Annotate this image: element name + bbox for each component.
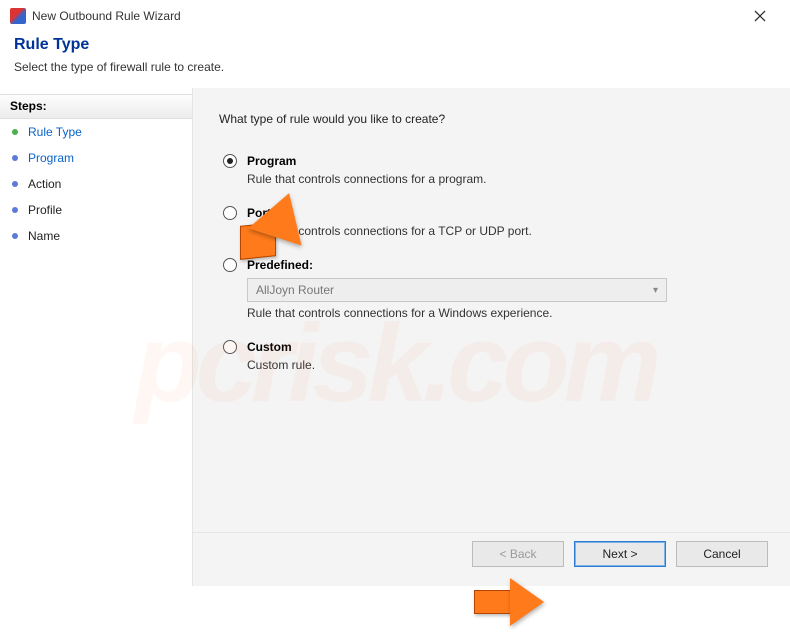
step-label: Profile	[28, 203, 62, 217]
step-name[interactable]: Name	[0, 223, 192, 249]
option-custom[interactable]: Custom Custom rule.	[219, 340, 764, 372]
option-custom-desc: Custom rule.	[247, 358, 764, 372]
step-label: Rule Type	[28, 125, 82, 139]
option-predefined[interactable]: Predefined: AllJoyn Router ▾ Rule that c…	[219, 258, 764, 320]
step-label: Action	[28, 177, 61, 191]
option-predefined-desc: Rule that controls connections for a Win…	[247, 306, 764, 320]
predefined-selected-value: AllJoyn Router	[256, 283, 334, 297]
chevron-down-icon: ▾	[653, 285, 658, 296]
step-action[interactable]: Action	[0, 171, 192, 197]
wizard-main: What type of rule would you like to crea…	[192, 88, 790, 586]
steps-heading: Steps:	[0, 94, 192, 119]
radio-port[interactable]	[223, 206, 237, 220]
radio-program[interactable]	[223, 154, 237, 168]
step-label: Program	[28, 151, 74, 165]
bullet-icon	[12, 207, 18, 213]
option-port-label: Port	[247, 206, 271, 220]
bullet-icon	[12, 129, 18, 135]
step-label: Name	[28, 229, 60, 243]
page-title: Rule Type	[14, 36, 776, 54]
page-subtitle: Select the type of firewall rule to crea…	[14, 60, 776, 74]
rule-type-prompt: What type of rule would you like to crea…	[219, 112, 764, 126]
bullet-icon	[12, 181, 18, 187]
option-program-desc: Rule that controls connections for a pro…	[247, 172, 764, 186]
option-custom-label: Custom	[247, 340, 292, 354]
back-button[interactable]: < Back	[472, 541, 564, 567]
step-program[interactable]: Program	[0, 145, 192, 171]
wizard-header: Rule Type Select the type of firewall ru…	[0, 30, 790, 88]
option-predefined-label: Predefined:	[247, 258, 313, 272]
window-title: New Outbound Rule Wizard	[32, 9, 181, 23]
bullet-icon	[12, 155, 18, 161]
close-icon	[754, 10, 766, 22]
firewall-icon	[10, 8, 26, 24]
annotation-arrow-next	[474, 580, 554, 624]
steps-sidebar: Steps: Rule Type Program Action Profile …	[0, 88, 192, 586]
radio-predefined[interactable]	[223, 258, 237, 272]
wizard-footer: < Back Next > Cancel	[193, 532, 790, 586]
option-program[interactable]: Program Rule that controls connections f…	[219, 154, 764, 186]
step-rule-type[interactable]: Rule Type	[0, 119, 192, 145]
predefined-combobox[interactable]: AllJoyn Router ▾	[247, 278, 667, 302]
cancel-button[interactable]: Cancel	[676, 541, 768, 567]
next-button[interactable]: Next >	[574, 541, 666, 567]
titlebar: New Outbound Rule Wizard	[0, 0, 790, 30]
option-program-label: Program	[247, 154, 296, 168]
step-profile[interactable]: Profile	[0, 197, 192, 223]
option-port[interactable]: Port Rule that controls connections for …	[219, 206, 764, 238]
radio-custom[interactable]	[223, 340, 237, 354]
option-port-desc: Rule that controls connections for a TCP…	[247, 224, 764, 238]
close-button[interactable]	[740, 2, 780, 30]
bullet-icon	[12, 233, 18, 239]
